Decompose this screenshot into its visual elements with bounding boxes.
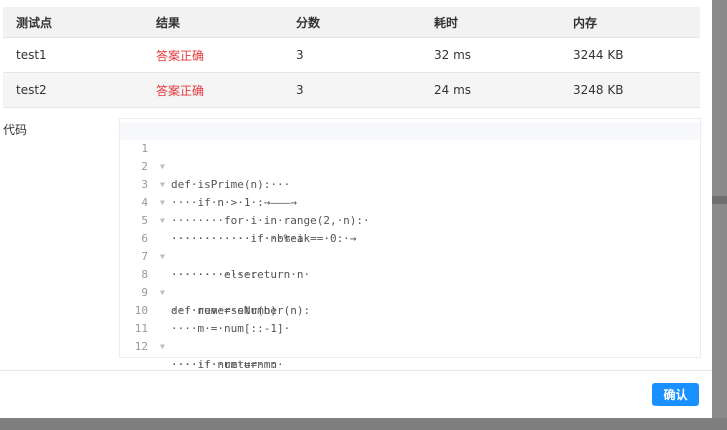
- cell-result: 答案正确: [143, 72, 283, 108]
- footer-divider: [0, 370, 712, 371]
- cell-memory: 3244 KB: [560, 37, 700, 73]
- code-line: 4 ▼ ············if·n·%·i·==·0:·→: [120, 176, 700, 245]
- code-line: 6 ▼ ········else:: [120, 212, 700, 281]
- judge-result-dialog: 测试点 结果 分数 耗时 内存 test1 答案正确 3 32 ms 3244 …: [0, 0, 712, 418]
- header-score: 分数: [283, 7, 421, 38]
- code-line: 5 ················break: [120, 194, 700, 245]
- overlay-backdrop: [712, 0, 727, 430]
- results-table: 测试点 结果 分数 耗时 内存 test1 答案正确 3 32 ms 3244 …: [3, 7, 700, 108]
- table-header-row: 测试点 结果 分数 耗时 内存: [3, 7, 700, 38]
- scroll-marker: [712, 196, 727, 204]
- code-label: 代码: [3, 123, 28, 137]
- cell-score: 3: [283, 37, 421, 73]
- code-line: 10 ····m·=·num[::-1]·: [120, 284, 700, 335]
- header-result: 结果: [143, 7, 283, 38]
- header-memory: 内存: [560, 7, 700, 38]
- watermark: https://blog.csdn.net/qq_52065835: [474, 403, 659, 417]
- code-line: 9 ····num·=·str(n): [120, 266, 700, 317]
- header-time: 耗时: [421, 7, 560, 38]
- line-number: 12: [134, 340, 148, 353]
- fold-arrow-icon[interactable]: ▼: [160, 338, 165, 356]
- code-line: 3 ▼ ········for·i·in·range(2,·n):·: [120, 158, 700, 227]
- code-line: 7 ············return·n·: [120, 230, 700, 281]
- cell-score: 3: [283, 72, 421, 108]
- code-line: 11 ▼ ····if·num·==·m:·: [120, 302, 700, 371]
- code-line: 2 ▼ ····if·n·>·1·:→———→: [120, 140, 700, 209]
- overlay-backdrop-bottom: [0, 418, 727, 430]
- code-line: 12 ········return·n: [120, 320, 700, 371]
- cell-time: 32 ms: [421, 37, 560, 73]
- code-line: 1 ▼ def·isPrime(n):···: [120, 122, 700, 191]
- cell-test-point: test1: [3, 37, 143, 73]
- cell-time: 24 ms: [421, 72, 560, 108]
- confirm-button[interactable]: 确认: [652, 383, 699, 406]
- code-line: 8 ▼ def·reverseNumber(n):: [120, 248, 700, 317]
- table-row: test1 答案正确 3 32 ms 3244 KB: [3, 37, 700, 73]
- header-test-point: 测试点: [3, 7, 143, 38]
- table-row: test2 答案正确 3 24 ms 3248 KB: [3, 72, 700, 108]
- cell-test-point: test2: [3, 72, 143, 108]
- code-text: ········return·n: [171, 358, 277, 371]
- cell-memory: 3248 KB: [560, 72, 700, 108]
- cell-result: 答案正确: [143, 37, 283, 73]
- code-viewer[interactable]: 1 ▼ def·isPrime(n):··· 2 ▼ ····if·n·>·1·…: [119, 118, 701, 371]
